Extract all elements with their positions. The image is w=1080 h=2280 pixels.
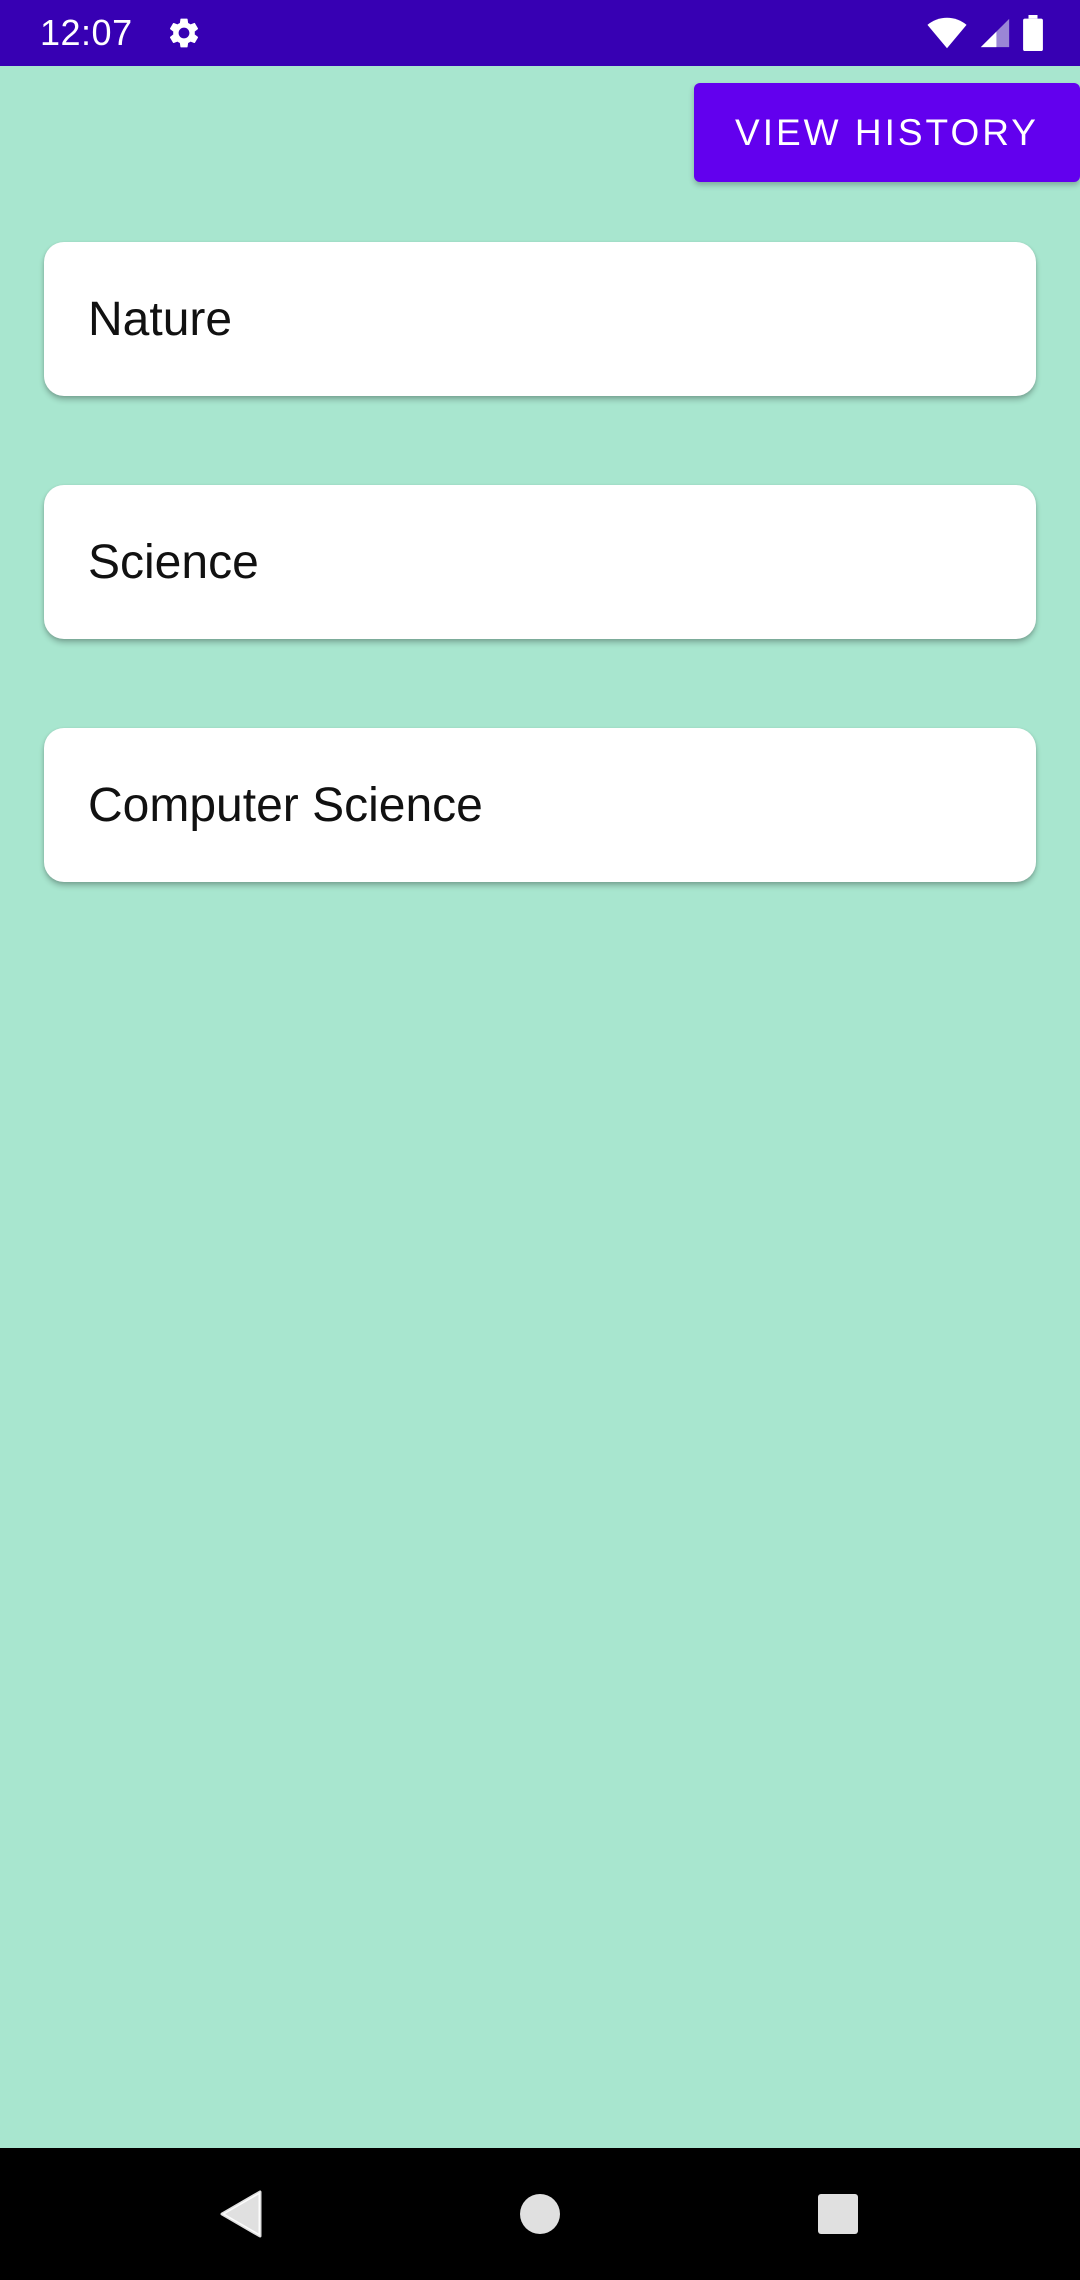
category-label: Computer Science bbox=[88, 778, 483, 832]
main-content: VIEW HISTORY Nature Science Computer Sci… bbox=[0, 66, 1080, 2148]
category-card-nature[interactable]: Nature bbox=[44, 242, 1036, 396]
signal-icon bbox=[978, 16, 1012, 50]
wifi-icon bbox=[926, 16, 968, 50]
category-label: Nature bbox=[88, 292, 233, 346]
status-time: 12:07 bbox=[40, 12, 133, 53]
view-history-button[interactable]: VIEW HISTORY bbox=[694, 83, 1080, 182]
gear-icon bbox=[166, 15, 202, 51]
recents-icon[interactable] bbox=[758, 2148, 918, 2280]
status-bar: 12:07 bbox=[0, 0, 1080, 66]
category-card-science[interactable]: Science bbox=[44, 485, 1036, 639]
navigation-bar bbox=[0, 2148, 1080, 2280]
home-icon[interactable] bbox=[460, 2148, 620, 2280]
battery-icon bbox=[1022, 15, 1044, 51]
category-label: Science bbox=[88, 535, 259, 589]
category-card-computer-science[interactable]: Computer Science bbox=[44, 728, 1036, 882]
back-icon[interactable] bbox=[160, 2148, 320, 2280]
status-icons bbox=[926, 14, 1044, 52]
